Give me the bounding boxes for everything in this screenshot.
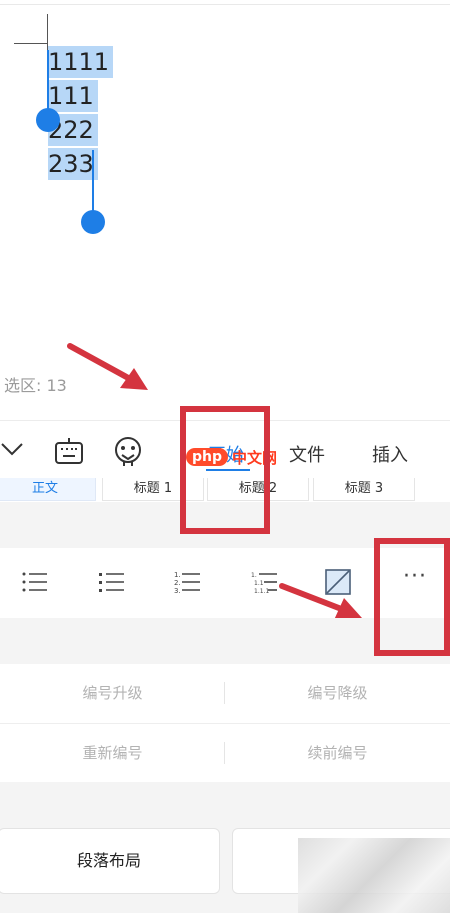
doc-line[interactable]: 233 [48, 148, 98, 180]
svg-text:1.: 1. [251, 572, 257, 579]
annotation-box-start-tab [180, 406, 270, 534]
chevron-down-icon[interactable] [0, 439, 26, 463]
numbered-list-icon[interactable]: 1. 2. 3. [173, 568, 203, 596]
bullet-list-icon[interactable] [97, 568, 127, 596]
style-body-text[interactable]: 正文 [0, 478, 96, 501]
tab-file[interactable]: 文件 [289, 441, 325, 467]
bullet-list-icon[interactable] [20, 568, 50, 596]
blurred-watermark [298, 838, 450, 913]
selection-start-stem [47, 50, 49, 112]
selection-count: 选区: 13 [4, 376, 67, 395]
keyboard-icon[interactable] [54, 437, 84, 469]
svg-text:1.: 1. [174, 571, 181, 579]
svg-text:1.1: 1.1 [254, 580, 264, 587]
doc-line[interactable]: 1111 [48, 46, 114, 78]
doc-line[interactable]: 111 [48, 80, 98, 112]
selection-end-handle[interactable] [81, 210, 105, 234]
svg-text:2.: 2. [174, 579, 181, 587]
annotation-arrow [67, 343, 148, 390]
continue-numbering-button[interactable]: 续前编号 [225, 724, 450, 782]
document-canvas[interactable]: 1111 111 222 233 [0, 0, 450, 390]
selection-end-stem [92, 150, 94, 214]
paragraph-layout-button[interactable]: 段落布局 [0, 828, 220, 894]
numbering-row: 编号升级 编号降级 [0, 664, 450, 722]
svg-text:3.: 3. [174, 587, 181, 595]
restart-numbering-button[interactable]: 重新编号 [0, 724, 225, 782]
crosshair-horizontal [14, 43, 48, 44]
top-divider [0, 4, 450, 5]
voice-assistant-icon[interactable] [112, 435, 144, 471]
style-heading-3[interactable]: 标题 3 [313, 478, 415, 501]
demote-numbering-button[interactable]: 编号降级 [225, 664, 450, 722]
numbering-row: 重新编号 续前编号 [0, 724, 450, 782]
promote-numbering-button[interactable]: 编号升级 [0, 664, 225, 722]
svg-text:1.1.1: 1.1.1 [254, 588, 269, 595]
tab-insert[interactable]: 插入 [372, 441, 408, 467]
selection-start-handle[interactable] [36, 108, 60, 132]
annotation-box-more [374, 538, 450, 656]
